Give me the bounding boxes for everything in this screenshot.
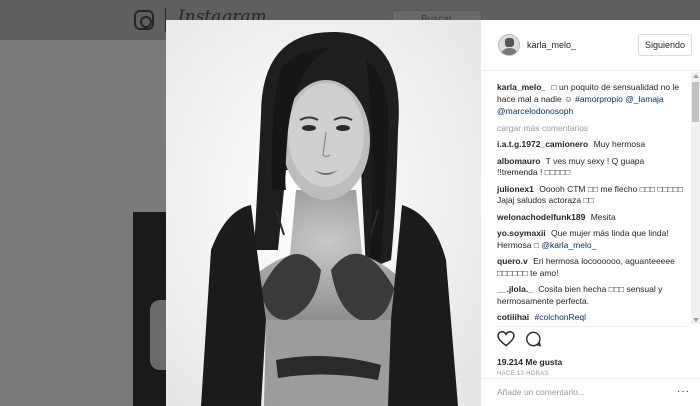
post-username[interactable]: karla_melo_ bbox=[527, 40, 638, 50]
add-comment-input[interactable]: Añade un comentario... bbox=[481, 378, 700, 406]
comment-item: __.jlola._ Cosita bien hecha □□□ sensual… bbox=[497, 284, 686, 307]
more-options-icon[interactable]: ··· bbox=[677, 386, 690, 397]
comment-username[interactable]: julionex1 bbox=[497, 184, 534, 194]
following-button[interactable]: Siguiendo bbox=[637, 34, 692, 56]
comment-item: quero.v Eri hermosa locoooooo, aguanteee… bbox=[497, 256, 686, 279]
comment-text: Mesita bbox=[590, 211, 616, 222]
post-timestamp: HACE 13 HORAS bbox=[497, 371, 549, 377]
comment-username[interactable]: quero.v bbox=[497, 256, 528, 266]
scroll-up-arrow-icon[interactable] bbox=[693, 74, 699, 78]
comment-item: yo.soymaxii Que mujer más linda que lind… bbox=[497, 228, 686, 251]
comment-hashtag[interactable]: #colchonReql bbox=[535, 312, 587, 322]
caption-mention[interactable]: @marcelodonosoph bbox=[497, 106, 573, 116]
comment-item: albomauro T ves muy sexy ! Q guapa !!tre… bbox=[497, 156, 686, 179]
comment-mention[interactable]: @karla_melo_ bbox=[541, 240, 596, 250]
post-caption: karla_melo_ □ un poquito de sensualidad … bbox=[497, 81, 686, 117]
post-header: karla_melo_ Siguiendo bbox=[481, 20, 700, 71]
caption-hashtag[interactable]: #amorpropio bbox=[575, 94, 623, 104]
comment-item: julionex1 Ooooh CTM □□ me flecho □□□ □□□… bbox=[497, 184, 686, 207]
comments-scrollbar[interactable] bbox=[691, 72, 700, 324]
comment-username[interactable]: yo.soymaxii bbox=[497, 228, 546, 238]
comment-username[interactable]: __.jlola._ bbox=[497, 284, 533, 294]
scrollbar-thumb[interactable] bbox=[692, 82, 699, 122]
instagram-camera-icon bbox=[134, 10, 154, 30]
comment-text: Muy hermosa bbox=[593, 139, 646, 149]
comment-username[interactable]: albomauro bbox=[497, 156, 540, 166]
user-avatar[interactable] bbox=[498, 34, 520, 56]
heart-icon[interactable] bbox=[497, 330, 515, 352]
post-actions: 19.214 Me gusta HACE 13 HORAS bbox=[497, 326, 687, 377]
instagram-wordmark: Instagram bbox=[178, 7, 267, 20]
scroll-down-arrow-icon[interactable] bbox=[693, 318, 699, 322]
comment-item: welonachodelfunk189 Mesita bbox=[497, 212, 686, 224]
comment-username[interactable]: cotiiihai bbox=[497, 312, 529, 322]
post-side-panel: karla_melo_ Siguiendo karla_melo_ □ un p… bbox=[481, 20, 700, 406]
load-more-comments-link[interactable]: cargar más comentarios bbox=[497, 123, 686, 133]
comment-item: cotiiihai #colchonReql bbox=[497, 312, 686, 324]
caption-mention[interactable]: @_lamaja bbox=[625, 94, 663, 104]
comment-bubble-icon[interactable] bbox=[525, 331, 542, 352]
caption-username[interactable]: karla_melo_ bbox=[497, 82, 546, 92]
comment-item: i.a.t.g.1972_camionero Muy hermosa bbox=[497, 139, 686, 151]
post-photo[interactable] bbox=[166, 20, 481, 406]
comment-username[interactable]: welonachodelfunk189 bbox=[497, 212, 585, 222]
comment-username[interactable]: i.a.t.g.1972_camionero bbox=[497, 139, 588, 149]
action-icons bbox=[497, 330, 687, 352]
comments-list[interactable]: karla_melo_ □ un poquito de sensualidad … bbox=[481, 72, 700, 324]
likes-count[interactable]: 19.214 Me gusta bbox=[497, 357, 687, 367]
